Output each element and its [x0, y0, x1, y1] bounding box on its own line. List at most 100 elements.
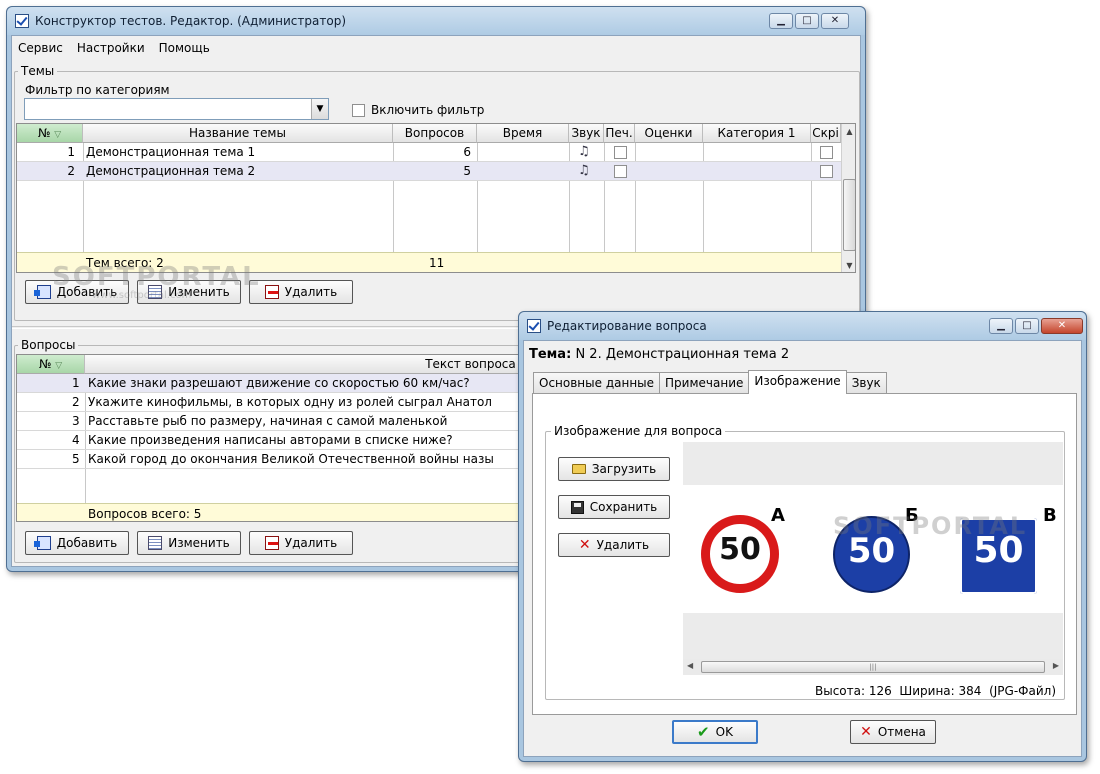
maximize-button[interactable]: □ — [1015, 318, 1039, 334]
row-question-text: Какие произведения написаны авторами в с… — [88, 433, 453, 447]
sound-icon[interactable]: ♫ — [578, 163, 590, 178]
row-questions: 6 — [463, 145, 471, 159]
image-hscrollbar[interactable]: ◀ ||| ▶ — [683, 659, 1063, 675]
row-question-text: Какой город до окончания Великой Отечест… — [88, 452, 494, 466]
topics-total-label: Тем всего: 2 — [86, 256, 164, 270]
row-questions: 5 — [463, 164, 471, 178]
topic-value: N 2. Демонстрационная тема 2 — [575, 347, 790, 362]
row-number: 3 — [72, 414, 80, 428]
topic-delete-button[interactable]: Удалить — [249, 280, 353, 304]
sign-b-letter: Б — [905, 505, 919, 526]
col-questions[interactable]: Вопросов — [393, 124, 477, 143]
minimize-button[interactable]: ▁ — [769, 13, 793, 29]
scroll-left-icon[interactable]: ◀ — [687, 661, 693, 670]
sign-prohibition-50: 50 — [701, 515, 779, 593]
close-button[interactable]: ✕ — [821, 13, 849, 29]
folder-icon — [571, 464, 586, 474]
row-number: 2 — [72, 395, 80, 409]
topic-label: Тема: — [529, 347, 572, 362]
questions-total-label: Вопросов всего: 5 — [88, 507, 202, 521]
image-viewer[interactable]: 50 А 50 Б 50 В ◀ ||| ▶ — [683, 442, 1063, 675]
category-filter-combo[interactable]: ▼ — [24, 98, 329, 120]
topic-edit-button[interactable]: Изменить — [137, 280, 241, 304]
col-q-number[interactable]: № ▽ — [17, 355, 85, 374]
col-print[interactable]: Печ. — [604, 124, 635, 143]
tab-image[interactable]: Изображение — [748, 370, 847, 394]
table-row[interactable]: 2 Демонстрационная тема 2 5 ♫ — [17, 162, 841, 181]
chevron-down-icon[interactable]: ▼ — [311, 99, 328, 119]
col-sound[interactable]: Звук — [569, 124, 604, 143]
save-image-button[interactable]: Сохранить — [558, 495, 670, 519]
close-button[interactable]: ✕ — [1041, 318, 1083, 334]
menu-service[interactable]: Сервис — [18, 41, 63, 56]
height-label: Высота: — [814, 684, 866, 698]
row-number: 1 — [72, 376, 80, 390]
col-number[interactable]: № ▽ — [17, 124, 83, 143]
tab-main-data[interactable]: Основные данные — [533, 372, 661, 394]
hidden-checkbox[interactable] — [820, 165, 833, 178]
scroll-thumb[interactable] — [843, 179, 855, 251]
print-checkbox[interactable] — [614, 165, 627, 178]
enable-filter-checkbox[interactable]: Включить фильтр — [352, 103, 484, 117]
topics-group-label: Темы — [18, 64, 58, 78]
question-add-button[interactable]: Добавить — [25, 531, 129, 555]
col-category[interactable]: Категория 1 — [703, 124, 811, 143]
width-value: 384 — [958, 684, 982, 698]
dialog-tabs: Основные данные Примечание Изображение З… — [533, 370, 887, 394]
cancel-button[interactable]: ✕ Отмена — [850, 720, 936, 744]
edit-icon — [148, 536, 163, 550]
topic-add-button[interactable]: Добавить — [25, 280, 129, 304]
menu-bar: Сервис Настройки Помощь — [12, 36, 860, 56]
topics-scrollbar[interactable]: ▲ ▼ — [841, 124, 855, 272]
delete-icon — [264, 536, 279, 550]
maximize-button[interactable]: □ — [795, 13, 819, 29]
app-check-icon — [527, 319, 541, 333]
enable-filter-box[interactable] — [352, 103, 365, 117]
col-grades[interactable]: Оценки — [635, 124, 703, 143]
row-topic-name: Демонстрационная тема 2 — [86, 164, 256, 178]
minimize-button[interactable]: ▁ — [989, 318, 1013, 334]
app-check-icon — [15, 14, 29, 28]
delete-x-icon: ✕ — [578, 537, 591, 553]
load-image-button[interactable]: Загрузить — [558, 457, 670, 481]
edit-question-dialog: Редактирование вопроса ▁ □ ✕ Тема: N 2. … — [518, 311, 1087, 762]
ok-button[interactable]: ✔ OK — [672, 720, 758, 744]
col-hidden[interactable]: Скрі — [811, 124, 841, 143]
sign-a-letter: А — [771, 505, 785, 526]
menu-help[interactable]: Помощь — [159, 41, 210, 56]
dialog-title-bar[interactable]: Редактирование вопроса ▁ □ ✕ — [519, 312, 1086, 340]
col-topic-name[interactable]: Название темы — [83, 124, 393, 143]
col-time[interactable]: Время — [477, 124, 569, 143]
question-edit-button[interactable]: Изменить — [137, 531, 241, 555]
print-checkbox[interactable] — [614, 146, 627, 159]
question-image: 50 А 50 Б 50 В — [683, 485, 1063, 613]
dialog-title: Редактирование вопроса — [547, 319, 707, 333]
cancel-x-icon: ✕ — [860, 724, 872, 740]
row-number: 4 — [72, 433, 80, 447]
dialog-topic: Тема: N 2. Демонстрационная тема 2 — [529, 347, 789, 362]
floppy-icon — [570, 500, 584, 514]
delete-image-button[interactable]: ✕ Удалить — [558, 533, 670, 557]
tab-note[interactable]: Примечание — [659, 372, 750, 394]
scroll-thumb[interactable]: ||| — [701, 661, 1045, 673]
row-question-text: Какие знаки разрешают движение со скорос… — [88, 376, 470, 390]
filter-label: Фильтр по категориям — [22, 83, 173, 97]
sign-recommended-speed-50: 50 — [960, 518, 1037, 594]
scroll-down-icon[interactable]: ▼ — [842, 258, 855, 272]
sound-icon[interactable]: ♫ — [578, 144, 590, 159]
scroll-up-icon[interactable]: ▲ — [842, 124, 855, 140]
table-row[interactable]: 1 Демонстрационная тема 1 6 ♫ — [17, 143, 841, 162]
hidden-checkbox[interactable] — [820, 146, 833, 159]
scroll-right-icon[interactable]: ▶ — [1053, 661, 1059, 670]
question-delete-button[interactable]: Удалить — [249, 531, 353, 555]
menu-settings[interactable]: Настройки — [77, 41, 145, 56]
image-info: Высота: 126 Ширина: 384 (JPG-Файл) — [815, 684, 1056, 698]
main-window-title: Конструктор тестов. Редактор. (Администр… — [35, 14, 346, 28]
row-number: 1 — [67, 145, 75, 159]
topics-grid[interactable]: № ▽ Название темы Вопросов Время Звук Пе… — [16, 123, 856, 273]
add-icon — [33, 285, 51, 299]
main-title-bar[interactable]: Конструктор тестов. Редактор. (Администр… — [7, 7, 865, 35]
tab-sound[interactable]: Звук — [845, 372, 887, 394]
questions-group-label: Вопросы — [18, 338, 79, 352]
sign-b-number: 50 — [847, 531, 896, 571]
